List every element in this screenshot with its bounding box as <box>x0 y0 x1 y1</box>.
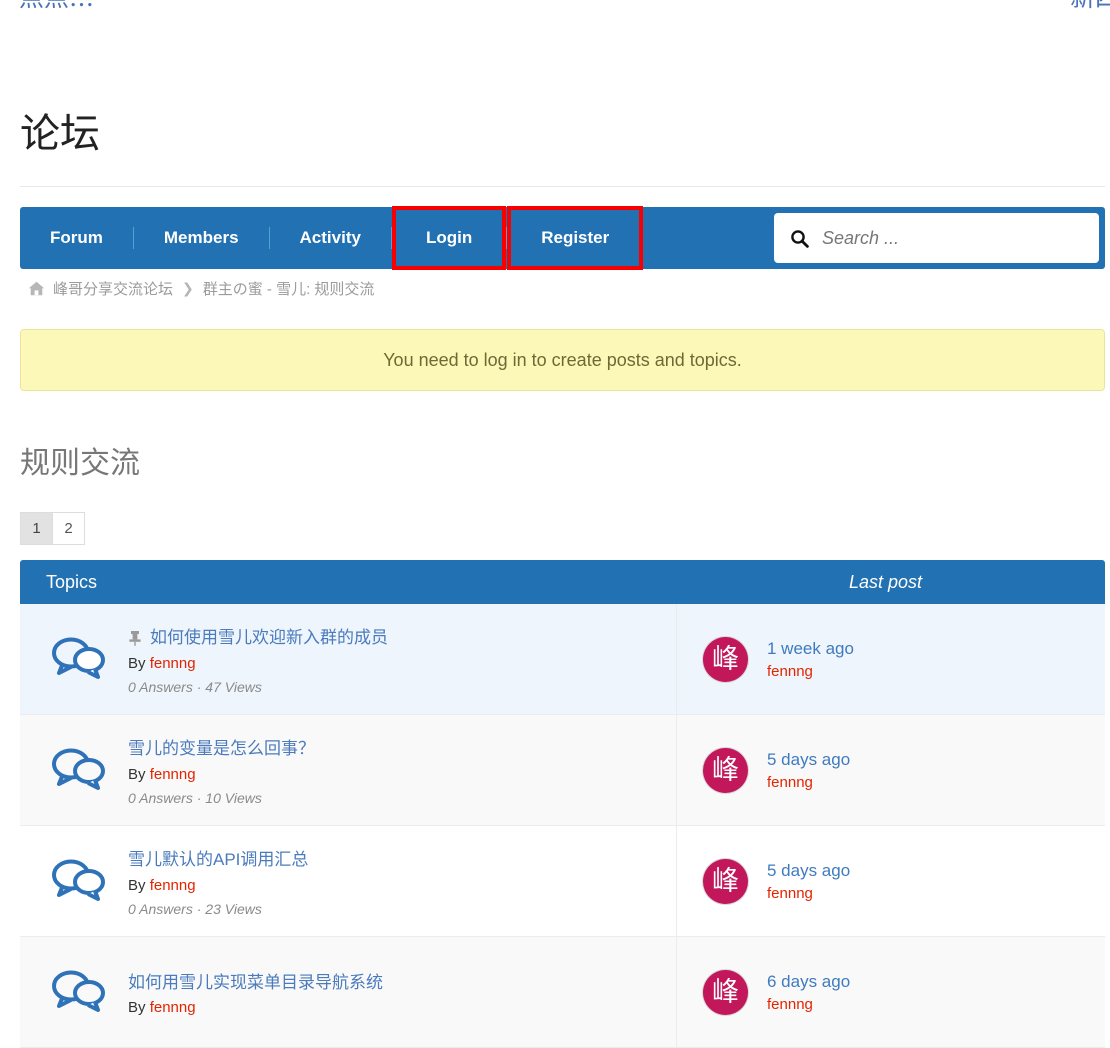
avatar[interactable]: 峰 <box>703 858 748 904</box>
breadcrumb-item-forum-root[interactable]: 峰哥分享交流论坛 <box>53 278 173 299</box>
column-header-last-post: Last post <box>849 571 923 592</box>
last-post-author[interactable]: fennng <box>767 774 850 791</box>
last-post-cell: 峰 6 days ago fennng <box>677 937 1105 1047</box>
comments-icon <box>50 855 106 908</box>
column-header-topics: Topics <box>46 571 98 592</box>
chevron-right-icon: ❯ <box>182 280 194 296</box>
last-post-details: 5 days ago fennng <box>767 750 850 791</box>
topic-details: 如何使用雪儿欢迎新入群的成员 By fennng 0 Answers · 47 … <box>128 623 388 695</box>
page-title: 论坛 <box>20 111 100 157</box>
last-post-time[interactable]: 6 days ago <box>767 972 850 992</box>
topic-author-line: By fennng <box>128 766 315 783</box>
last-post-author[interactable]: fennng <box>767 996 850 1013</box>
last-post-time[interactable]: 5 days ago <box>767 861 850 881</box>
topic-title-text: 如何用雪儿实现菜单目录导航系统 <box>128 972 383 992</box>
nav-separator <box>390 227 392 249</box>
pagination-page-2[interactable]: 2 <box>52 512 85 545</box>
last-post-cell: 峰 5 days ago fennng <box>677 826 1105 936</box>
topic-title-text: 如何使用雪儿欢迎新入群的成员 <box>150 628 388 648</box>
search-input[interactable] <box>820 226 1084 250</box>
avatar[interactable]: 峰 <box>703 636 748 682</box>
topic-stats: 0 Answers · 47 Views <box>128 678 262 695</box>
partial-link-right[interactable]: 新四 <box>1070 0 1110 14</box>
nav-item-activity[interactable]: Activity <box>270 207 391 269</box>
by-label: By <box>128 999 146 1017</box>
topic-cell: 雪儿的变量是怎么回事？ By fennng 0 Answers · 10 Vie… <box>20 715 677 825</box>
topic-details: 雪儿的变量是怎么回事？ By fennng 0 Answers · 10 Vie… <box>128 734 315 806</box>
topic-author-link[interactable]: fennng <box>150 766 196 783</box>
nav-item-register[interactable]: Register <box>507 206 644 270</box>
avatar[interactable]: 峰 <box>703 969 748 1015</box>
table-row[interactable]: 雪儿默认的API调用汇总 By fennng 0 Answers · 23 Vi… <box>20 826 1105 937</box>
topic-title-link[interactable]: 雪儿的变量是怎么回事？ <box>128 736 315 762</box>
partial-link-left[interactable]: 一点点… <box>0 0 94 14</box>
last-post-time[interactable]: 1 week ago <box>767 639 854 659</box>
last-post-details: 6 days ago fennng <box>767 972 850 1013</box>
last-post-cell: 峰 1 week ago fennng <box>677 604 1105 714</box>
last-post-details: 5 days ago fennng <box>767 861 850 902</box>
topic-author-link[interactable]: fennng <box>150 877 196 894</box>
pagination-page-1[interactable]: 1 <box>20 512 53 545</box>
table-row[interactable]: 如何使用雪儿欢迎新入群的成员 By fennng 0 Answers · 47 … <box>20 604 1105 715</box>
nav-item-list: Forum Members Activity Login Register <box>20 206 644 270</box>
topic-title-text: 雪儿的变量是怎么回事？ <box>128 739 315 759</box>
topics-table-header: Topics Last post <box>20 560 1105 604</box>
table-row[interactable]: 雪儿的变量是怎么回事？ By fennng 0 Answers · 10 Vie… <box>20 715 1105 826</box>
by-label: By <box>128 876 146 894</box>
last-post-time[interactable]: 5 days ago <box>767 750 850 770</box>
nav-separator <box>506 227 508 249</box>
comments-icon <box>50 744 106 797</box>
topic-author-link[interactable]: fennng <box>150 655 196 672</box>
topic-title-link[interactable]: 如何用雪儿实现菜单目录导航系统 <box>128 970 383 996</box>
topic-stats: 0 Answers · 23 Views <box>128 900 262 917</box>
table-row[interactable]: 如何用雪儿实现菜单目录导航系统 By fennng 峰 6 days ago f… <box>20 937 1105 1048</box>
topic-title-link[interactable]: 如何使用雪儿欢迎新入群的成员 <box>128 625 388 651</box>
topic-details: 如何用雪儿实现菜单目录导航系统 By fennng <box>128 968 383 1017</box>
pagination: 1 2 <box>20 512 85 545</box>
avatar[interactable]: 峰 <box>703 747 748 793</box>
topic-stats: 0 Answers · 10 Views <box>128 789 262 806</box>
breadcrumb: 峰哥分享交流论坛 ❯ 群主の蜜 - 雪儿: 规则交流 <box>28 278 374 299</box>
topics-table: Topics Last post 如何使用雪儿欢迎新入群的成员 By fennn… <box>20 560 1105 1048</box>
last-post-author[interactable]: fennng <box>767 663 854 680</box>
cut-off-top-strip: 一点点… 新四 <box>0 0 1110 80</box>
by-label: By <box>128 765 146 783</box>
nav-item-members[interactable]: Members <box>134 207 269 269</box>
comments-icon <box>50 633 106 686</box>
breadcrumb-item-current[interactable]: 群主の蜜 - 雪儿: 规则交流 <box>203 278 375 299</box>
topic-cell: 如何使用雪儿欢迎新入群的成员 By fennng 0 Answers · 47 … <box>20 604 677 714</box>
login-required-notice: You need to log in to create posts and t… <box>20 329 1105 391</box>
last-post-cell: 峰 5 days ago fennng <box>677 715 1105 825</box>
search-box[interactable] <box>774 213 1099 263</box>
forum-section-title: 规则交流 <box>20 446 140 481</box>
nav-item-login[interactable]: Login <box>391 206 507 270</box>
topic-author-link[interactable]: fennng <box>150 999 196 1016</box>
last-post-author[interactable]: fennng <box>767 885 850 902</box>
topic-details: 雪儿默认的API调用汇总 By fennng 0 Answers · 23 Vi… <box>128 845 308 917</box>
topic-author-line: By fennng <box>128 877 308 894</box>
main-navigation-bar: Forum Members Activity Login Register <box>20 206 1105 270</box>
by-label: By <box>128 654 146 672</box>
topic-author-line: By fennng <box>128 999 383 1016</box>
comments-icon <box>50 966 106 1019</box>
notice-text: You need to log in to create posts and t… <box>383 349 742 370</box>
topic-cell: 如何用雪儿实现菜单目录导航系统 By fennng <box>20 937 677 1047</box>
pin-icon <box>128 630 142 646</box>
search-icon <box>790 229 809 248</box>
topic-title-text: 雪儿默认的API调用汇总 <box>128 850 309 870</box>
topic-cell: 雪儿默认的API调用汇总 By fennng 0 Answers · 23 Vi… <box>20 826 677 936</box>
title-divider <box>20 186 1105 187</box>
home-icon[interactable] <box>28 281 45 296</box>
last-post-details: 1 week ago fennng <box>767 639 854 680</box>
nav-item-forum[interactable]: Forum <box>20 207 133 269</box>
topic-title-link[interactable]: 雪儿默认的API调用汇总 <box>128 847 308 873</box>
topic-author-line: By fennng <box>128 655 388 672</box>
